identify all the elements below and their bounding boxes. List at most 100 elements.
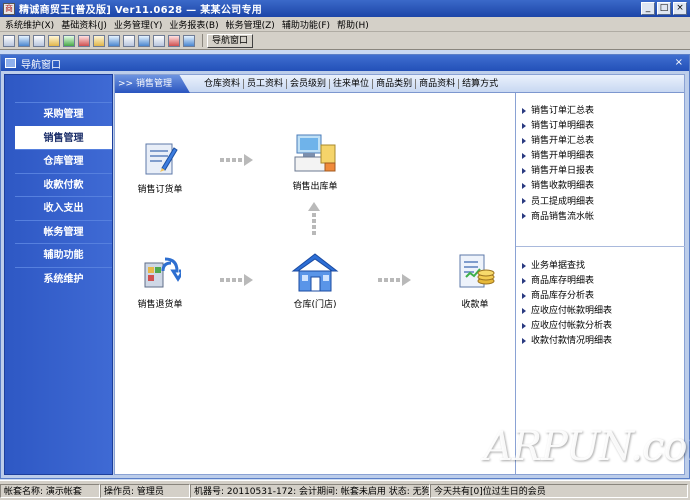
window-controls: _ □ × xyxy=(641,2,687,15)
tab-sales-management[interactable]: >> 销售管理 xyxy=(115,75,190,93)
report-link[interactable]: 商品库存分析表 xyxy=(522,289,612,304)
sidebar-item-warehouse[interactable]: 仓库管理 xyxy=(15,149,112,173)
tab-strip: >> 销售管理 仓库资料 员工资料 会员级别 往来单位 商品类别 商品资料 结算… xyxy=(115,75,684,93)
save-icon[interactable] xyxy=(138,34,150,47)
nav-window: 导航窗口 × 采购管理 销售管理 仓库管理 收款付款 收入支出 帐务管理 辅助功… xyxy=(0,54,690,479)
sidebar-item-income-expense[interactable]: 收入支出 xyxy=(15,196,112,220)
nav-window-button[interactable]: 导航窗口 xyxy=(207,33,254,48)
sidebar-item-auxiliary[interactable]: 辅助功能 xyxy=(15,243,112,267)
bullet-arrow-icon xyxy=(522,307,526,314)
record-icon[interactable] xyxy=(168,34,180,47)
report-link-label: 商品销售流水帐 xyxy=(531,211,595,222)
sidebar-item-sales[interactable]: 销售管理 xyxy=(15,125,112,149)
sales-order-label: 销售订货单 xyxy=(137,185,183,195)
report-link[interactable]: 应收应付帐款明细表 xyxy=(522,304,612,319)
link-product-data[interactable]: 商品资料 xyxy=(416,79,460,89)
toolbar-separator xyxy=(202,34,203,47)
report-divider xyxy=(516,246,685,247)
report-link-label: 员工提成明细表 xyxy=(531,196,595,207)
link-product-category[interactable]: 商品类别 xyxy=(373,79,417,89)
nav-work-area: 采购管理 销售管理 仓库管理 收款付款 收入支出 帐务管理 辅助功能 系统维护 … xyxy=(1,71,689,478)
sales-return-node[interactable]: 销售退货单 xyxy=(120,253,200,310)
report-link[interactable]: 商品销售流水帐 xyxy=(522,210,594,225)
nav-window-title-bar: 导航窗口 × xyxy=(1,55,689,71)
flow-arrow-right xyxy=(220,154,253,166)
sidebar-item-accounts[interactable]: 帐务管理 xyxy=(15,219,112,244)
minimize-button[interactable]: _ xyxy=(641,2,655,15)
menu-system-maintenance[interactable]: 系统维护(X) xyxy=(3,18,59,31)
bullet-arrow-icon xyxy=(522,167,526,174)
new-icon[interactable] xyxy=(3,34,15,47)
report-link[interactable]: 业务单据查找 xyxy=(522,259,612,274)
menu-help[interactable]: 帮助(H) xyxy=(335,18,374,31)
toolbar: 导航窗口 xyxy=(0,32,690,50)
report-link[interactable]: 商品库存明细表 xyxy=(522,274,612,289)
status-account: 帐套名称: 演示帐套 xyxy=(0,483,100,498)
calculator-icon[interactable] xyxy=(123,34,135,47)
app-title-bar: 商 精诚商贸王[普及版] Ver11.0628 — 某某公司专用 _ □ × xyxy=(0,0,690,17)
bullet-arrow-icon xyxy=(522,122,526,129)
sync-icon[interactable] xyxy=(63,34,75,47)
link-partners[interactable]: 往来单位 xyxy=(330,79,374,89)
report-link[interactable]: 应收应付帐款分析表 xyxy=(522,319,612,334)
settings-icon[interactable] xyxy=(78,34,90,47)
link-settlement-method[interactable]: 结算方式 xyxy=(459,79,501,89)
menu-bar: 系统维护(X) 基础资料(J) 业务管理(Y) 业务报表(B) 帐务管理(Z) … xyxy=(0,17,690,32)
site-watermark: ARPUN.com xyxy=(484,424,690,470)
close-button[interactable]: × xyxy=(673,2,687,15)
report-link[interactable]: 销售开单汇总表 xyxy=(522,134,594,149)
document-icon[interactable] xyxy=(33,34,45,47)
menu-business-reports[interactable]: 业务报表(B) xyxy=(167,18,223,31)
warehouse-node[interactable]: 仓库(门店) xyxy=(275,251,355,310)
menu-account-management[interactable]: 帐务管理(Z) xyxy=(224,18,280,31)
maximize-button[interactable]: □ xyxy=(657,2,671,15)
report-link-label: 应收应付帐款明细表 xyxy=(531,306,613,317)
copy-icon[interactable] xyxy=(48,34,60,47)
report-link-label: 商品库存明细表 xyxy=(531,276,595,287)
print-icon[interactable] xyxy=(153,34,165,47)
bullet-arrow-icon xyxy=(522,137,526,144)
sales-flow-diagram: 销售订货单 销售出库单 销售退货单 仓库(门店) 收款单 xyxy=(115,93,515,474)
bullet-arrow-icon xyxy=(522,262,526,269)
report-link[interactable]: 销售收款明细表 xyxy=(522,179,594,194)
report-link-label: 销售订单明细表 xyxy=(531,121,595,132)
sidebar-item-payments[interactable]: 收款付款 xyxy=(15,172,112,197)
report-link[interactable]: 销售开单日报表 xyxy=(522,164,594,179)
help-icon[interactable] xyxy=(183,34,195,47)
window-icon xyxy=(5,58,16,68)
sidebar-item-system[interactable]: 系统维护 xyxy=(15,266,112,291)
report-link-label: 销售开单日报表 xyxy=(531,166,595,177)
status-operator: 操作员: 管理员 xyxy=(100,483,190,498)
report-links-panel: 销售订单汇总表 销售订单明细表 销售开单汇总表 销售开单明细表 销售开单日报表 … xyxy=(515,93,685,474)
edit-icon[interactable] xyxy=(108,34,120,47)
bullet-arrow-icon xyxy=(522,337,526,344)
nav-window-close-button[interactable]: × xyxy=(675,57,683,68)
sales-report-list: 销售订单汇总表 销售订单明细表 销售开单汇总表 销售开单明细表 销售开单日报表 … xyxy=(522,104,594,225)
sidebar-item-purchase[interactable]: 采购管理 xyxy=(15,102,112,126)
open-icon[interactable] xyxy=(18,34,30,47)
report-link[interactable]: 销售订单明细表 xyxy=(522,119,594,134)
menu-auxiliary-functions[interactable]: 辅助功能(F) xyxy=(280,18,335,31)
link-warehouse-data[interactable]: 仓库资料 xyxy=(201,79,245,89)
report-link[interactable]: 收款付款情况明细表 xyxy=(522,334,612,349)
nav-window-title: 导航窗口 xyxy=(21,59,61,71)
link-employee-data[interactable]: 员工资料 xyxy=(244,79,288,89)
bullet-arrow-icon xyxy=(522,182,526,189)
app-title: 精诚商贸王[普及版] Ver11.0628 — 某某公司专用 xyxy=(19,5,263,16)
sales-outbound-node[interactable]: 销售出库单 xyxy=(275,131,355,192)
bullet-arrow-icon xyxy=(522,198,526,205)
link-member-level[interactable]: 会员级别 xyxy=(287,79,331,89)
report-link[interactable]: 销售订单汇总表 xyxy=(522,104,594,119)
bullet-arrow-icon xyxy=(522,277,526,284)
tools-icon[interactable] xyxy=(93,34,105,47)
sales-order-node[interactable]: 销售订货单 xyxy=(120,138,200,195)
sales-return-label: 销售退货单 xyxy=(137,300,183,310)
report-link[interactable]: 员工提成明细表 xyxy=(522,195,594,210)
report-link-label: 收款付款情况明细表 xyxy=(531,336,613,347)
menu-basic-data[interactable]: 基础资料(J) xyxy=(59,18,112,31)
main-content: >> 销售管理 仓库资料 员工资料 会员级别 往来单位 商品类别 商品资料 结算… xyxy=(114,74,685,475)
receipt-node[interactable]: 收款单 xyxy=(435,251,515,310)
report-link[interactable]: 销售开单明细表 xyxy=(522,149,594,164)
module-sidebar: 采购管理 销售管理 仓库管理 收款付款 收入支出 帐务管理 辅助功能 系统维护 xyxy=(4,74,113,475)
menu-business-management[interactable]: 业务管理(Y) xyxy=(112,18,168,31)
